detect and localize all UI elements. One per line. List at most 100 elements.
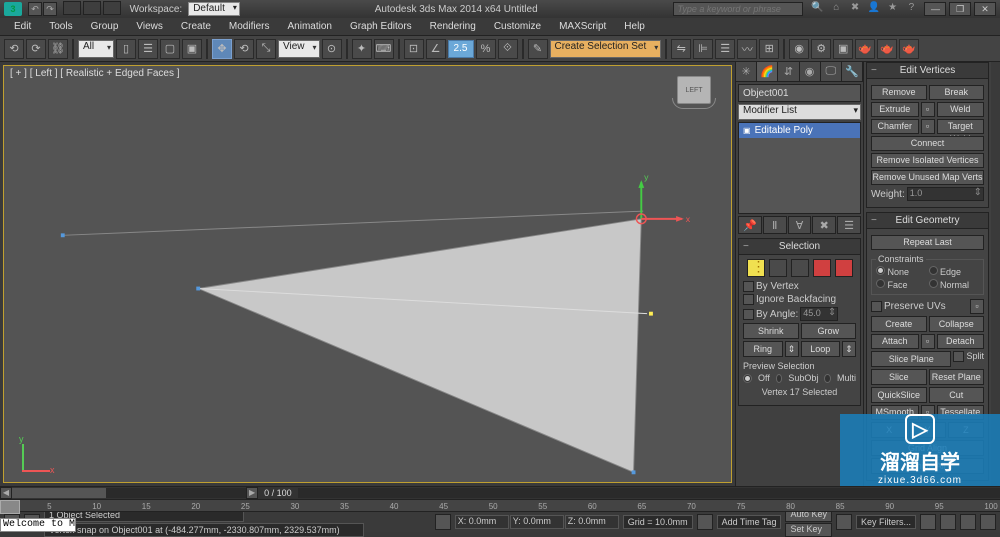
- select-rotate-icon[interactable]: ⟲: [234, 39, 254, 59]
- viewport-canvas[interactable]: y x: [4, 66, 731, 482]
- schematic-view-icon[interactable]: ⊞: [759, 39, 779, 59]
- chamfer-settings-icon[interactable]: ▫: [921, 119, 935, 134]
- preview-off-radio[interactable]: [743, 374, 752, 383]
- layout-tab-3[interactable]: [103, 1, 121, 15]
- remove-unused-button[interactable]: Remove Unused Map Verts: [871, 170, 984, 185]
- menu-rendering[interactable]: Rendering: [422, 19, 484, 34]
- scrollbar-thumb[interactable]: [12, 488, 106, 498]
- coord-y[interactable]: Y: 0.0mm: [510, 515, 564, 529]
- by-angle-spinner[interactable]: 45.0: [800, 307, 838, 321]
- named-selection-dropdown[interactable]: Create Selection Set: [550, 40, 662, 58]
- time-slider-handle[interactable]: [0, 500, 20, 514]
- attach-button[interactable]: Attach: [871, 334, 919, 349]
- add-time-tag[interactable]: Add Time Tag: [717, 515, 782, 529]
- reference-coord-dropdown[interactable]: View: [278, 40, 320, 58]
- layers-icon[interactable]: ☰: [715, 39, 735, 59]
- menu-help[interactable]: Help: [616, 19, 653, 34]
- track-bar[interactable]: 0 5 10 15 20 25 30 35 40 45 50 55 60 65 …: [0, 499, 1000, 512]
- create-tab-icon[interactable]: ✳: [736, 62, 757, 81]
- loop-button[interactable]: Loop: [801, 341, 841, 357]
- preview-multi-radio[interactable]: [824, 374, 831, 383]
- connect-button[interactable]: Connect: [871, 136, 984, 151]
- chamfer-button[interactable]: Chamfer: [871, 119, 919, 134]
- preserve-uvs-settings-icon[interactable]: ▫: [970, 299, 984, 314]
- select-scale-icon[interactable]: ⤡: [256, 39, 276, 59]
- remove-button[interactable]: Remove: [871, 85, 927, 100]
- extrude-button[interactable]: Extrude: [871, 102, 919, 117]
- ring-spinner-icon[interactable]: ⇕: [785, 341, 799, 357]
- material-editor-icon[interactable]: ◉: [789, 39, 809, 59]
- mirror-icon[interactable]: ⇋: [671, 39, 691, 59]
- modifier-stack[interactable]: ▣ Editable Poly: [738, 122, 861, 214]
- utilities-tab-icon[interactable]: 🔧: [842, 62, 863, 81]
- percent-snap-icon[interactable]: %: [476, 39, 496, 59]
- make-unique-icon[interactable]: ∀: [788, 216, 812, 234]
- remove-isolated-button[interactable]: Remove Isolated Vertices: [871, 153, 984, 168]
- shrink-button[interactable]: Shrink: [743, 323, 799, 339]
- bind-icon[interactable]: ⛓: [48, 39, 68, 59]
- maxscript-listener[interactable]: Welcome to MAX: [0, 518, 76, 532]
- menu-maxscript[interactable]: MAXScript: [551, 19, 614, 34]
- signin-icon[interactable]: 👤: [867, 2, 881, 16]
- split-checkbox[interactable]: [953, 351, 964, 362]
- next-frame-icon[interactable]: [980, 514, 996, 530]
- expand-icon[interactable]: ▣: [743, 126, 751, 135]
- maximize-button[interactable]: ❐: [949, 2, 971, 16]
- render-setup-icon[interactable]: ⚙: [811, 39, 831, 59]
- vertex-subobj-icon[interactable]: [747, 259, 765, 277]
- viewport[interactable]: [ + ] [ Left ] [ Realistic + Edged Faces…: [3, 65, 732, 483]
- edit-selection-icon[interactable]: ✎: [528, 39, 548, 59]
- menu-graph-editors[interactable]: Graph Editors: [342, 19, 420, 34]
- quickslice-button[interactable]: QuickSlice: [871, 387, 927, 403]
- menu-create[interactable]: Create: [173, 19, 219, 34]
- motion-tab-icon[interactable]: ◉: [800, 62, 821, 81]
- repeat-last-button[interactable]: Repeat Last: [871, 235, 984, 250]
- attach-list-icon[interactable]: ▫: [921, 334, 935, 349]
- by-vertex-checkbox[interactable]: [743, 281, 754, 292]
- weight-spinner[interactable]: 1.0: [907, 187, 984, 201]
- border-subobj-icon[interactable]: [791, 259, 809, 277]
- display-tab-icon[interactable]: 🖵: [821, 62, 842, 81]
- redo-icon[interactable]: ↷: [43, 2, 57, 16]
- select-move-icon[interactable]: ✥: [212, 39, 232, 59]
- modifier-stack-item[interactable]: ▣ Editable Poly: [739, 123, 860, 138]
- goto-start-icon[interactable]: [920, 514, 936, 530]
- key-mode-icon[interactable]: [836, 514, 852, 530]
- app-logo-icon[interactable]: 3: [4, 2, 22, 16]
- menu-animation[interactable]: Animation: [279, 19, 339, 34]
- align-icon[interactable]: ⊫: [693, 39, 713, 59]
- break-button[interactable]: Break: [929, 85, 985, 100]
- slice-plane-button[interactable]: Slice Plane: [871, 351, 951, 367]
- layout-tab-2[interactable]: [83, 1, 101, 15]
- hierarchy-tab-icon[interactable]: ⇵: [778, 62, 799, 81]
- coord-z[interactable]: Z: 0.0mm: [565, 515, 619, 529]
- undo-icon[interactable]: ↶: [28, 2, 42, 16]
- select-object-icon[interactable]: ▯: [116, 39, 136, 59]
- element-subobj-icon[interactable]: [835, 259, 853, 277]
- constraint-edge-radio[interactable]: [929, 266, 938, 275]
- select-name-icon[interactable]: ☰: [138, 39, 158, 59]
- create-button[interactable]: Create: [871, 316, 927, 332]
- spinner-snap-icon[interactable]: ⟐: [498, 39, 518, 59]
- menu-modifiers[interactable]: Modifiers: [221, 19, 278, 34]
- selection-header[interactable]: Selection: [739, 239, 860, 255]
- preview-subobj-radio[interactable]: [776, 374, 783, 383]
- snap-value[interactable]: 2.5: [448, 40, 474, 58]
- search-icon[interactable]: 🔍: [811, 2, 825, 16]
- render-preset-icon[interactable]: 🫖: [877, 39, 897, 59]
- workspace-dropdown[interactable]: Default: [188, 2, 240, 16]
- extrude-settings-icon[interactable]: ▫: [921, 102, 935, 117]
- preserve-uvs-checkbox[interactable]: [871, 301, 882, 312]
- menu-tools[interactable]: Tools: [41, 19, 80, 34]
- pin-stack-icon[interactable]: 📌: [738, 216, 762, 234]
- constraint-normal-radio[interactable]: [929, 279, 938, 288]
- pivot-icon[interactable]: ⊙: [322, 39, 342, 59]
- render-iterate-icon[interactable]: 🫖: [899, 39, 919, 59]
- configure-icon[interactable]: ☰: [837, 216, 861, 234]
- cut-button[interactable]: Cut: [929, 387, 985, 403]
- reset-plane-button[interactable]: Reset Plane: [929, 369, 985, 385]
- modifier-list-dropdown[interactable]: Modifier List: [738, 104, 861, 120]
- coord-x[interactable]: X: 0.0mm: [455, 515, 509, 529]
- collapse-button[interactable]: Collapse: [929, 316, 985, 332]
- keyboard-shortcut-icon[interactable]: ⌨: [374, 39, 394, 59]
